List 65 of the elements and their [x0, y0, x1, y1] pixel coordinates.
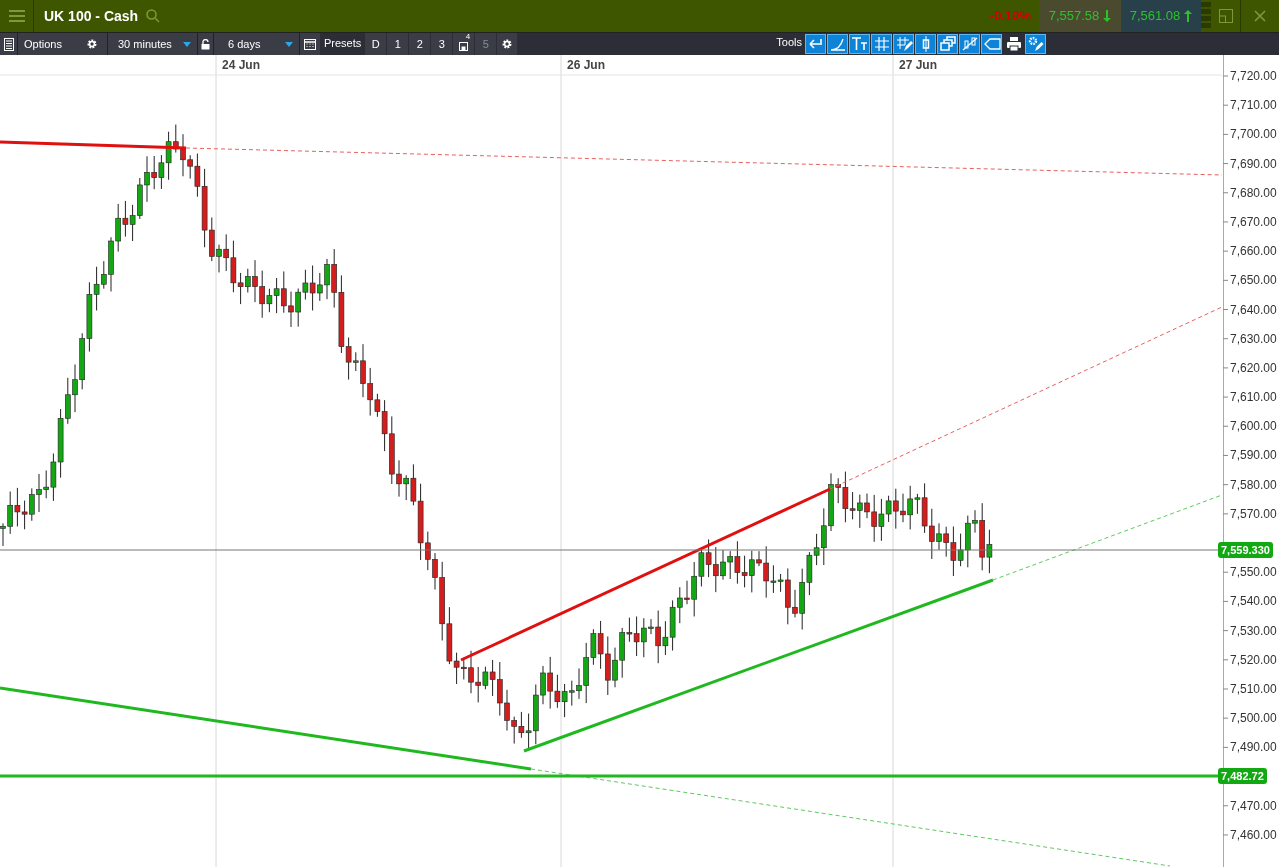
grid-pencil-icon[interactable] [894, 35, 913, 53]
preset-button[interactable]: D [365, 33, 388, 55]
printer-icon[interactable] [1004, 35, 1023, 53]
support-price-tag: 7,482.72 [1218, 768, 1267, 784]
price-axis-label: 7,640.00 [1230, 302, 1277, 317]
tools-label: Tools [776, 35, 803, 50]
price-axis-label: 7,510.00 [1230, 682, 1277, 696]
up-arrow-icon [1184, 10, 1193, 22]
price-axis-label: 7,580.00 [1230, 477, 1277, 492]
date-label: 26 Jun [567, 57, 605, 74]
price-axis-label: 7,700.00 [1230, 127, 1277, 142]
price-axis-label: 7,660.00 [1230, 244, 1277, 259]
price-axis-label: 7,710.00 [1230, 98, 1277, 113]
price-axis-label: 7,500.00 [1230, 711, 1277, 726]
price-axis-label: 7,530.00 [1230, 623, 1277, 638]
price-axis-label: 7,600.00 [1230, 419, 1277, 434]
sell-price-button[interactable]: 7,557.58 [1039, 0, 1121, 32]
price-axis-label: 7,570.00 [1230, 506, 1277, 521]
instrument-title: UK 100 - Cash [44, 6, 139, 26]
settings-icon[interactable] [501, 38, 514, 50]
stacked-windows-icon[interactable] [938, 35, 957, 53]
list-icon[interactable] [3, 37, 14, 51]
price-change: -0.10% [989, 7, 1031, 26]
price-axis-label: 7,690.00 [1230, 156, 1277, 171]
range-dropdown[interactable]: 6 days [214, 33, 300, 55]
save-preset-button[interactable]: 4 [453, 33, 476, 55]
price-axis-label: 7,680.00 [1230, 185, 1277, 200]
current-price-tag: 7,559.330 [1218, 542, 1273, 558]
price-axis-label: 7,520.00 [1230, 652, 1277, 667]
caret-icon [285, 41, 293, 47]
price-axis-label: 7,540.00 [1230, 594, 1277, 609]
price-axis-label: 7,470.00 [1230, 798, 1277, 813]
padlock-icon[interactable] [201, 38, 210, 50]
search-icon[interactable] [146, 9, 161, 23]
text-size-icon[interactable] [850, 35, 869, 53]
price-axis-label: 7,650.00 [1230, 273, 1277, 288]
date-label: 27 Jun [899, 57, 937, 74]
down-arrow-icon [1103, 10, 1112, 22]
interval-dropdown[interactable]: 30 minutes [108, 33, 198, 55]
price-axis-label: 7,620.00 [1230, 360, 1277, 375]
price-axis-label: 7,550.00 [1230, 565, 1277, 580]
caret-icon [183, 41, 191, 47]
price-axis-label: 7,610.00 [1230, 390, 1277, 405]
date-label: 24 Jun [222, 57, 260, 74]
save-icon [459, 41, 469, 51]
preset-button[interactable]: 3 [431, 33, 454, 55]
price-axis-label: 7,630.00 [1230, 331, 1277, 346]
close-icon[interactable] [1254, 10, 1266, 22]
preset-button[interactable]: 1 [387, 33, 410, 55]
options-button[interactable]: Options [18, 33, 76, 55]
settings-pencil-icon[interactable] [1026, 35, 1045, 53]
window-layout-icon[interactable] [1218, 9, 1233, 23]
settings-icon[interactable] [85, 38, 98, 50]
buy-price-button[interactable]: 7,561.08 [1121, 0, 1201, 32]
preset-button[interactable]: 2 [409, 33, 432, 55]
parallel-lines-icon[interactable] [872, 35, 891, 53]
candles-line-icon[interactable] [960, 35, 979, 53]
menu-icon[interactable] [8, 10, 25, 22]
calendar-icon[interactable] [304, 38, 316, 50]
price-axis-label: 7,460.00 [1230, 827, 1277, 842]
tag-icon[interactable] [982, 35, 1001, 53]
price-axis-label: 7,720.00 [1230, 69, 1277, 83]
price-axis-label: 7,490.00 [1230, 740, 1277, 755]
price-axis-label: 7,670.00 [1230, 214, 1277, 229]
price-axis-label: 7,590.00 [1230, 448, 1277, 463]
